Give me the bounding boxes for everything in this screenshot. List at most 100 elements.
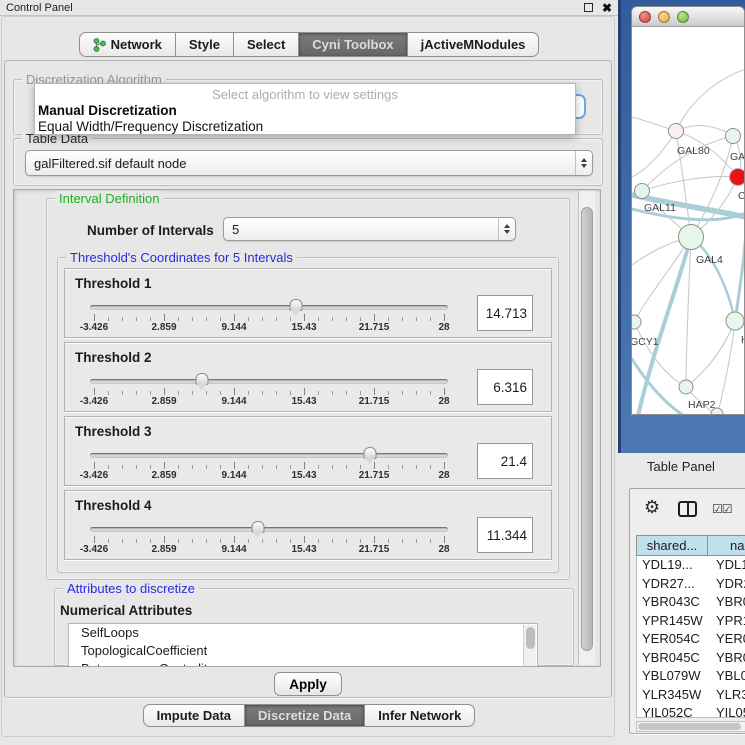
attribute-list-item[interactable]: BetweennessCentrality [69,660,537,667]
combo-stepper-icon[interactable] [498,218,515,240]
cell-name[interactable]: YER054C [709,630,745,649]
tick-label: -3.426 [80,544,108,555]
tab-cyni-toolbox[interactable]: Cyni Toolbox [299,32,407,57]
table-row[interactable]: YDR27...YDR27 [637,575,745,594]
table-body[interactable]: YDL19...YDL19YDR27...YDR27YBR043CYBR043C… [636,556,745,718]
split-columns-icon[interactable] [678,501,697,517]
table-row[interactable]: YBR043CYBR043C [637,593,745,612]
table-row[interactable]: YPR145WYPR145W [637,612,745,631]
column-header-shared-name[interactable]: shared... [636,535,708,556]
table-data-combo[interactable]: galFiltered.sif default node [25,150,593,176]
column-header-name[interactable]: name [708,535,745,556]
tick-label: 28 [438,396,449,407]
tick-label: 21.715 [359,322,390,333]
threshold-value-field[interactable]: 11.344 [477,517,533,553]
list-scrollbar[interactable] [523,625,536,667]
settings-scrollbar[interactable] [578,191,595,665]
option-equal-width-frequency[interactable]: Equal Width/Frequency Discretization [38,119,263,134]
cell-shared-name[interactable]: YDL19... [637,556,709,575]
combo-stepper-icon[interactable] [575,151,592,175]
cell-shared-name[interactable]: YDR27... [637,575,709,594]
threshold-slider[interactable]: -3.4262.8599.14415.4321.71528 [90,447,450,483]
cell-name[interactable]: YDR27 [709,575,745,594]
tab-infer-network[interactable]: Infer Network [365,704,475,727]
cell-shared-name[interactable]: YPR145W [637,612,709,631]
cell-name[interactable]: YIL052C [709,704,745,718]
slider-track[interactable] [90,453,448,458]
network-node-gcy1[interactable] [632,315,641,329]
cell-shared-name[interactable]: YLR345W [637,686,709,705]
slider-thumb[interactable] [364,447,377,459]
cell-shared-name[interactable]: YBR045C [637,649,709,668]
network-node-gal80[interactable] [669,124,684,139]
network-view[interactable]: GAL80 GA C GAL11 GAL4 GCY1 H HAP2 [632,27,745,415]
threshold-slider[interactable]: -3.4262.8599.14415.4321.71528 [90,299,450,335]
slider-track[interactable] [90,305,448,310]
tick-label: 28 [438,322,449,333]
close-icon[interactable]: ✖ [602,3,612,13]
threshold-value-field[interactable]: 21.4 [477,443,533,479]
network-node-gal11[interactable] [635,184,650,199]
threshold-value-field[interactable]: 14.713 [477,295,533,331]
settings-scrollbar-thumb[interactable] [581,207,593,651]
numerical-attributes-list[interactable]: SelfLoopsTopologicalCoefficientBetweenne… [68,623,538,667]
network-node[interactable] [726,129,741,144]
cell-name[interactable]: YPR145W [709,612,745,631]
network-node-gal4[interactable] [679,225,704,250]
slider-thumb[interactable] [252,521,265,533]
threshold-slider[interactable]: -3.4262.8599.14415.4321.71528 [90,373,450,409]
option-manual-discretization[interactable]: Manual Discretization [38,103,177,118]
table-row[interactable]: YDL19...YDL19 [637,556,745,575]
table-row[interactable]: YLR345WYLR345W [637,686,745,705]
attribute-list-item[interactable]: SelfLoops [69,624,537,642]
node-label-gal80: GAL80 [677,145,710,157]
table-scrollbar-thumb[interactable] [638,723,741,730]
tick-label: 15.43 [291,322,316,333]
tab-style[interactable]: Style [176,32,234,57]
cell-name[interactable]: YBR045C [709,649,745,668]
cell-shared-name[interactable]: YBR043C [637,593,709,612]
minimize-traffic-light-icon[interactable] [658,11,670,23]
cell-shared-name[interactable]: YER054C [637,630,709,649]
cell-name[interactable]: YDL19 [709,556,745,575]
threshold-slider[interactable]: -3.4262.8599.14415.4321.71528 [90,521,450,557]
tab-impute-data[interactable]: Impute Data [143,704,245,727]
table-row[interactable]: YBL079WYBL079W [637,667,745,686]
table-horizontal-scrollbar[interactable] [636,721,745,732]
cell-shared-name[interactable]: YIL052C [637,704,709,718]
attribute-list-item[interactable]: TopologicalCoefficient [69,642,537,660]
tab-jactivemnodules[interactable]: jActiveMNodules [408,32,540,57]
table-row[interactable]: YIL052CYIL052C [637,704,745,718]
tab-select[interactable]: Select [234,32,299,57]
cell-name[interactable]: YBR043C [709,593,745,612]
zoom-traffic-light-icon[interactable] [677,11,689,23]
top-tab-bar: Network Style Select Cyni Toolbox jActiv… [0,32,618,57]
slider-thumb[interactable] [290,299,303,311]
screen: Control Panel ✖ Network Style Select Cyn… [0,0,745,745]
tab-network[interactable]: Network [79,32,176,57]
apply-button[interactable]: Apply [274,672,342,696]
cell-name[interactable]: YLR345W [709,686,745,705]
network-node-hap2[interactable] [679,380,693,394]
slider-track[interactable] [90,527,448,532]
list-scrollbar-thumb[interactable] [526,627,535,649]
threshold-value-field[interactable]: 6.316 [477,369,533,405]
threshold-panel-4: Threshold 4 -3.4262.8599.14415.4321.7152… [64,490,552,560]
float-window-icon[interactable] [584,3,593,12]
tab-discretize-data[interactable]: Discretize Data [245,704,365,727]
gear-icon[interactable]: ⚙ [644,497,660,518]
table-panel: ⚙ ☑☑ shared... name YDL19...YDL19YDR27..… [629,488,745,734]
slider-track[interactable] [90,379,448,384]
cell-shared-name[interactable]: YBL079W [637,667,709,686]
network-node-h[interactable] [726,312,744,330]
numerical-attributes-label: Numerical Attributes [60,603,192,618]
column-checkbox-icons[interactable]: ☑☑ [712,502,732,516]
number-of-intervals-combo[interactable]: 5 [223,217,516,241]
cell-name[interactable]: YBL079W [709,667,745,686]
slider-ticks [90,388,448,395]
close-traffic-light-icon[interactable] [639,11,651,23]
slider-thumb[interactable] [196,373,209,385]
table-row[interactable]: YER054CYER054C [637,630,745,649]
table-row[interactable]: YBR045CYBR045C [637,649,745,668]
network-node-highlighted[interactable] [730,169,745,186]
